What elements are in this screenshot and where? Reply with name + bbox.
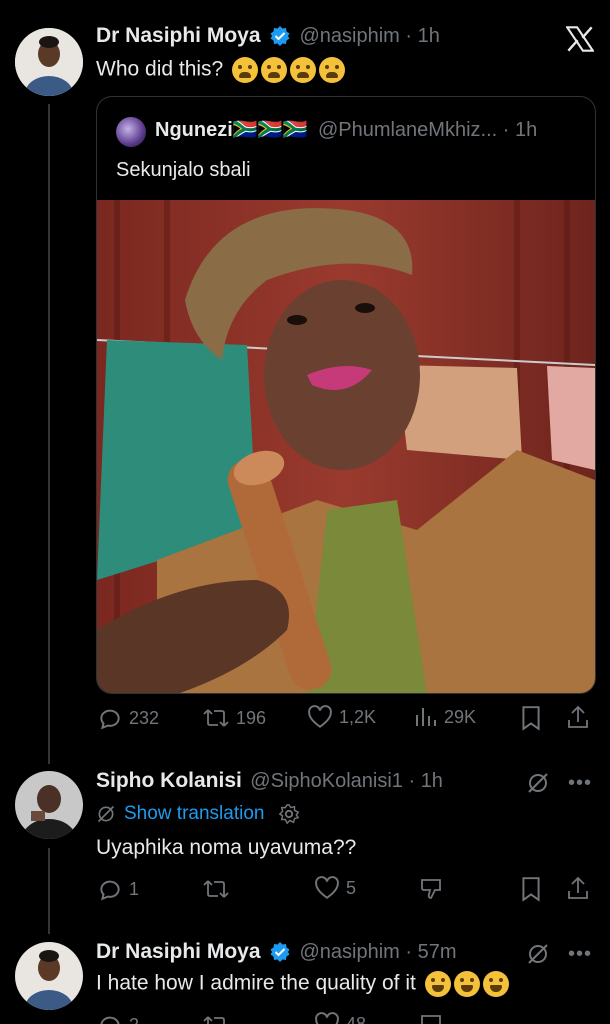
quoted-text: Sekunjalo sbali: [116, 159, 251, 181]
quoted-photo[interactable]: [97, 200, 595, 693]
like-count: 1,2K: [339, 706, 377, 727]
grok-icon[interactable]: [526, 771, 550, 795]
laughing-face-icon: [482, 971, 509, 997]
verified-badge-icon: [270, 941, 290, 962]
tweet-text-row: Who did this?: [96, 57, 346, 83]
avatar-image: [15, 771, 83, 839]
like-count: 5: [346, 877, 357, 898]
quoted-avatar: [116, 117, 146, 147]
avatar[interactable]: [15, 28, 83, 96]
more-icon[interactable]: •••: [568, 772, 592, 795]
reply-button[interactable]: 232: [97, 705, 159, 731]
reply-author-name[interactable]: Dr Nasiphi Moya: [96, 940, 261, 963]
tweet-header: Dr Nasiphi Moya @nasiphim · 1h: [96, 24, 440, 51]
gear-icon[interactable]: [278, 803, 300, 825]
like-count: 48: [346, 1013, 367, 1024]
retweet-button[interactable]: [202, 1012, 236, 1024]
reply-text-row: I hate how I admire the quality of it: [96, 971, 509, 997]
weary-face-icon: [290, 57, 317, 83]
heart-icon: [308, 705, 332, 728]
reply-avatar[interactable]: [15, 942, 83, 1010]
laughing-face-icon: [453, 971, 480, 997]
reply-icon: [100, 709, 120, 730]
show-translation-link[interactable]: Show translation: [124, 803, 264, 825]
author-name[interactable]: Dr Nasiphi Moya: [96, 24, 261, 47]
weary-face-icon: [261, 57, 288, 83]
reply-icon: [100, 1016, 120, 1024]
like-button[interactable]: 1,2K: [307, 705, 376, 729]
reply-avatar[interactable]: [15, 771, 83, 839]
downvote-icon[interactable]: [420, 1013, 446, 1024]
retweet-icon: [203, 1016, 225, 1024]
reply-button[interactable]: 1: [97, 876, 139, 902]
reply-count: 232: [129, 707, 160, 728]
grok-icon[interactable]: [526, 942, 550, 966]
reply-author-name[interactable]: Sipho Kolanisi: [96, 769, 242, 792]
reply-button[interactable]: 2: [97, 1012, 139, 1024]
x-logo-icon[interactable]: [566, 26, 594, 52]
views-icon: [416, 708, 436, 726]
thread-line: [48, 104, 50, 764]
weary-face-icon: [319, 57, 346, 83]
retweet-button[interactable]: [202, 876, 236, 902]
views-count: 29K: [444, 706, 477, 727]
retweet-button[interactable]: 196: [202, 705, 266, 731]
translation-row: Show translation: [96, 803, 300, 825]
reply-text: Uyaphika noma uyavuma??: [96, 836, 357, 859]
bookmark-icon[interactable]: [520, 876, 542, 902]
share-icon[interactable]: [566, 704, 590, 730]
laughing-face-icon: [424, 971, 451, 997]
heart-icon: [315, 876, 339, 899]
thread-line: [48, 848, 50, 934]
reply-author-handle[interactable]: @nasiphim · 57m: [299, 941, 456, 963]
retweet-count: 196: [236, 707, 267, 728]
more-icon[interactable]: •••: [568, 943, 592, 966]
reply-count: 1: [129, 878, 140, 899]
reply-icon: [100, 880, 120, 901]
reply-header: Sipho Kolanisi @SiphoKolanisi1 · 1h: [96, 769, 443, 793]
heart-icon: [315, 1012, 339, 1024]
retweet-icon: [203, 880, 229, 898]
verified-badge-icon: [270, 25, 290, 46]
retweet-icon: [203, 709, 229, 727]
weary-face-icon: [232, 57, 259, 83]
like-button[interactable]: 5: [314, 876, 356, 900]
reply-count: 2: [129, 1015, 139, 1024]
downvote-icon[interactable]: [420, 877, 446, 901]
author-handle[interactable]: @nasiphim · 1h: [299, 25, 439, 47]
share-icon[interactable]: [566, 875, 590, 901]
quoted-author-name[interactable]: Ngunezi🇿🇦🇿🇦🇿🇦: [155, 119, 307, 141]
photo-image: [97, 200, 595, 693]
avatar-image: [15, 28, 83, 96]
bookmark-icon[interactable]: [520, 705, 542, 731]
reply-header: Dr Nasiphi Moya @nasiphim · 57m: [96, 940, 456, 967]
tweet-text: Who did this?: [96, 57, 224, 81]
views-button[interactable]: 29K: [414, 705, 476, 729]
like-button[interactable]: 48: [314, 1012, 366, 1024]
translate-icon: [97, 805, 115, 823]
quoted-author-handle[interactable]: @PhumlaneMkhiz... · 1h: [318, 119, 537, 141]
avatar-image: [15, 942, 83, 1010]
reply-author-handle[interactable]: @SiphoKolanisi1 · 1h: [250, 770, 443, 792]
reply-text: I hate how I admire the quality of it: [96, 971, 416, 995]
quoted-tweet[interactable]: Ngunezi🇿🇦🇿🇦🇿🇦 @PhumlaneMkhiz... · 1h Sek…: [96, 96, 596, 694]
